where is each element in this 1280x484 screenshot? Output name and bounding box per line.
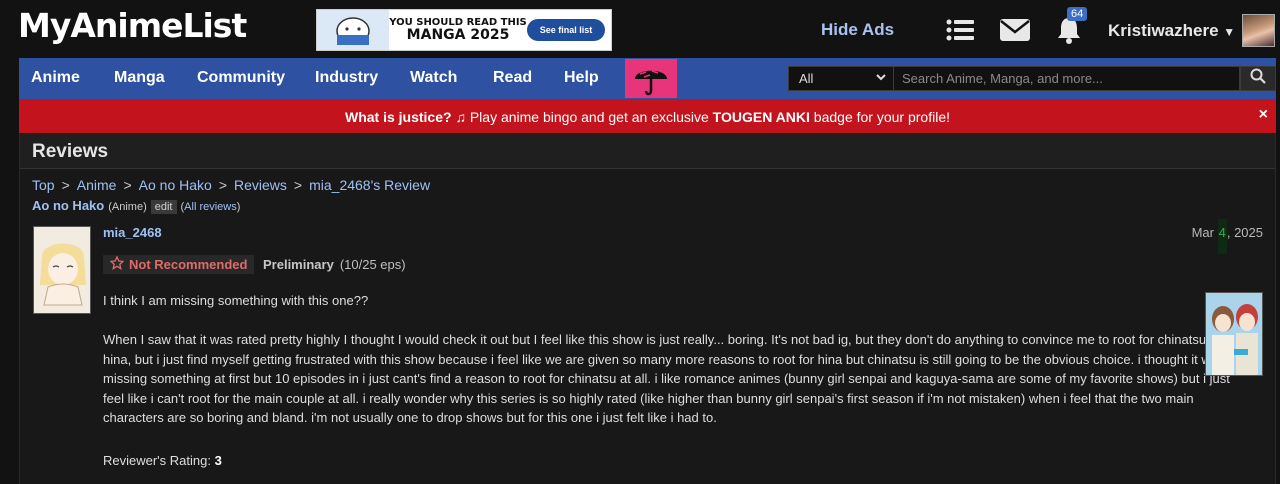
nav-help[interactable]: Help bbox=[564, 69, 599, 87]
star-outline-icon bbox=[109, 255, 125, 273]
ad-headline: YOU SHOULD READ THIS MANGA 2025 bbox=[389, 17, 527, 43]
music-note-icon: ♫ bbox=[455, 109, 466, 125]
breadcrumb-top[interactable]: Top bbox=[32, 177, 55, 193]
main-nav: Anime Manga Community Industry Watch Rea… bbox=[19, 58, 1276, 99]
breadcrumb-reviews[interactable]: Reviews bbox=[234, 177, 287, 193]
episode-progress: (10/25 eps) bbox=[339, 257, 406, 272]
subject-type: (Anime) bbox=[108, 201, 147, 213]
breadcrumb-current-review[interactable]: mia_2468's Review bbox=[309, 177, 430, 193]
ad-headline-line2: MANGA 2025 bbox=[406, 26, 510, 43]
subject-title-link[interactable]: Ao no Hako bbox=[32, 198, 104, 213]
subject-line: Ao no Hako (Anime) edit (All reviews) bbox=[32, 198, 241, 214]
user-menu-button[interactable]: Kristiwazhere ▼ bbox=[1108, 21, 1235, 41]
anime-cover-thumbnail[interactable] bbox=[1205, 292, 1263, 376]
mail-icon[interactable] bbox=[1000, 16, 1030, 44]
page-title: Reviews bbox=[32, 141, 109, 162]
nav-read[interactable]: Read bbox=[493, 69, 532, 87]
nav-community[interactable]: Community bbox=[197, 69, 285, 87]
search-button[interactable] bbox=[1240, 66, 1276, 91]
breadcrumb-separator: > bbox=[218, 177, 227, 193]
promo-badge-name: TOUGEN ANKI bbox=[712, 109, 810, 125]
reviewer-name-link[interactable]: mia_2468 bbox=[103, 225, 162, 240]
recommendation-label: Not Recommended bbox=[129, 257, 248, 272]
chevron-down-icon bbox=[875, 70, 887, 87]
breadcrumb-anime[interactable]: Anime bbox=[77, 177, 117, 193]
list-icon[interactable] bbox=[945, 16, 975, 44]
breadcrumb: Top > Anime > Ao no Hako > Reviews > mia_2468's … bbox=[32, 177, 430, 193]
search-category-value: All bbox=[799, 71, 814, 86]
promo-text-1: Play anime bingo and get an exclusive bbox=[465, 109, 713, 125]
promo-text-2: badge for your profile! bbox=[809, 109, 950, 125]
nav-anime[interactable]: Anime bbox=[31, 69, 80, 87]
review-paragraph-2: When I saw that it was rated pretty high… bbox=[103, 332, 1249, 425]
search-input[interactable] bbox=[894, 66, 1240, 91]
preliminary-label: Preliminary bbox=[263, 257, 334, 272]
review-date: Mar 4, 2025 bbox=[1191, 219, 1263, 254]
edit-button[interactable]: edit bbox=[150, 200, 177, 214]
username-label: Kristiwazhere bbox=[1108, 21, 1219, 40]
nav-industry[interactable]: Industry bbox=[315, 69, 378, 87]
promo-bold-question: What is justice? bbox=[344, 109, 452, 125]
review-date-month: Mar bbox=[1191, 225, 1214, 240]
reviewer-avatar[interactable] bbox=[33, 226, 91, 314]
site-header: MyAnimeList YOU SHOULD READ THIS MANGA 2… bbox=[0, 0, 1280, 58]
all-reviews-link[interactable]: All reviews bbox=[184, 201, 237, 213]
review-date-year: , 2025 bbox=[1226, 225, 1263, 240]
review-paragraph-1: I think I am missing something with this… bbox=[103, 293, 369, 308]
promo-banner: What is justice? ♫ Play anime bingo and … bbox=[19, 99, 1276, 133]
site-logo[interactable]: MyAnimeList bbox=[18, 6, 247, 45]
preliminary-status: Preliminary (10/25 eps) bbox=[263, 257, 406, 272]
close-icon[interactable]: × bbox=[1259, 106, 1268, 124]
recommendation-tag: Not Recommended bbox=[103, 255, 255, 274]
breadcrumb-ao-no-hako[interactable]: Ao no Hako bbox=[139, 177, 212, 193]
user-avatar[interactable] bbox=[1242, 14, 1275, 47]
all-reviews: (All reviews) bbox=[180, 201, 241, 213]
reviewer-rating-value: 3 bbox=[214, 453, 222, 468]
breadcrumb-separator: > bbox=[293, 177, 303, 193]
nav-watch[interactable]: Watch bbox=[410, 69, 457, 87]
ad-illustration bbox=[317, 10, 389, 50]
reviewer-rating-label: Reviewer's Rating: bbox=[103, 453, 211, 468]
ad-see-list-button[interactable]: See final list bbox=[527, 19, 605, 41]
review-content: Reviews Top > Anime > Ao no Hako > Reviews > mia… bbox=[19, 133, 1276, 484]
promo-message[interactable]: What is justice? ♫ Play anime bingo and … bbox=[19, 109, 1276, 125]
ad-banner[interactable]: YOU SHOULD READ THIS MANGA 2025 See fina… bbox=[316, 9, 612, 51]
review-body: I think I am missing something with this… bbox=[103, 291, 1251, 447]
search-icon bbox=[1250, 68, 1266, 89]
section-header: Reviews bbox=[20, 133, 1275, 169]
breadcrumb-separator: > bbox=[123, 177, 132, 193]
review-date-day: 4 bbox=[1217, 219, 1227, 254]
reviewer-rating: Reviewer's Rating: 3 bbox=[103, 453, 222, 468]
notification-count-badge: 64 bbox=[1067, 7, 1088, 21]
umbrella-icon[interactable] bbox=[625, 59, 677, 98]
nav-manga[interactable]: Manga bbox=[114, 69, 165, 87]
hide-ads-link[interactable]: Hide Ads bbox=[821, 20, 894, 40]
caret-down-icon: ▼ bbox=[1223, 25, 1236, 39]
search-category-select[interactable]: All bbox=[788, 66, 894, 91]
breadcrumb-separator: > bbox=[61, 177, 70, 193]
